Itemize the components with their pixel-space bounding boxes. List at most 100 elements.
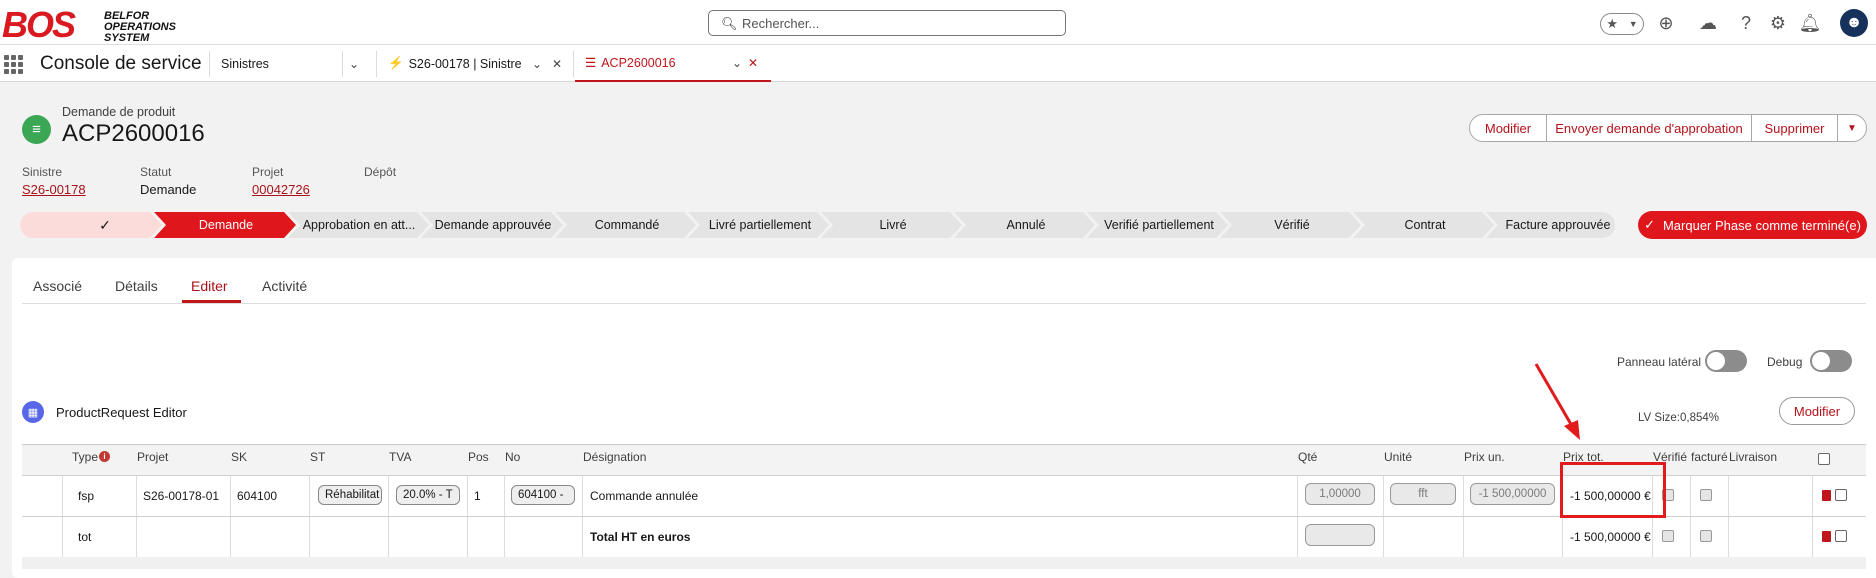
avatar-icon[interactable]: ☻ bbox=[1840, 9, 1868, 37]
tab-associe[interactable]: Associé bbox=[33, 278, 82, 294]
tab-details[interactable]: Détails bbox=[115, 278, 158, 294]
annotation-highlight-box bbox=[1560, 462, 1666, 518]
field-label-projet: Projet bbox=[252, 165, 284, 179]
st-select[interactable]: Réhabilitat bbox=[318, 485, 382, 505]
col-tva: TVA bbox=[389, 450, 412, 464]
chevron-down-icon: ▼ bbox=[1628, 19, 1638, 29]
editor-modify-button[interactable]: Modifier bbox=[1779, 397, 1855, 425]
logo-tagline: BELFOR OPERATIONS SYSTEM bbox=[104, 10, 176, 44]
record-name: ACP2600016 bbox=[62, 120, 205, 147]
verifie-checkbox[interactable] bbox=[1662, 530, 1674, 542]
status-path: ✓ Demande Approbation en att... Demande … bbox=[20, 212, 1615, 238]
col-unite: Unité bbox=[1384, 450, 1413, 464]
path-step-approbation[interactable]: Approbation en att... bbox=[300, 212, 418, 238]
notifications-icon[interactable]: 🔔︎ bbox=[1797, 10, 1823, 36]
chevron-down-icon[interactable]: ⌄ bbox=[732, 56, 742, 70]
path-step-completed[interactable]: ✓ bbox=[60, 212, 150, 238]
tab-activite[interactable]: Activité bbox=[262, 278, 307, 294]
close-icon[interactable]: ✕ bbox=[748, 56, 758, 70]
cell-type: fsp bbox=[78, 489, 95, 503]
more-actions-button[interactable]: ▼ bbox=[1837, 114, 1867, 142]
delete-button[interactable]: Supprimer bbox=[1751, 114, 1838, 142]
field-statut-value: Demande bbox=[140, 182, 197, 197]
debug-toggle[interactable] bbox=[1810, 350, 1852, 372]
add-icon[interactable]: ⊕ bbox=[1653, 10, 1679, 36]
cell-designation-total: Total HT en euros bbox=[590, 530, 691, 544]
side-panel-toggle[interactable] bbox=[1705, 350, 1747, 372]
path-step-verifie[interactable]: Vérifié bbox=[1232, 212, 1352, 238]
col-prix-un: Prix un. bbox=[1464, 450, 1505, 464]
path-step-contrat[interactable]: Contrat bbox=[1365, 212, 1485, 238]
chevron-down-icon[interactable]: ⌄ bbox=[532, 57, 542, 71]
send-approval-button[interactable]: Envoyer demande d'approbation bbox=[1546, 114, 1752, 142]
facture-checkbox[interactable] bbox=[1700, 489, 1712, 501]
settings-icon[interactable]: ⚙ bbox=[1765, 10, 1791, 36]
bos-logo[interactable]: BOS BELFOR OPERATIONS SYSTEM bbox=[0, 4, 190, 45]
chevron-down-icon[interactable]: ⌄ bbox=[349, 45, 365, 82]
field-label-depot: Dépôt bbox=[364, 165, 397, 179]
path-step-verifie-partiellement[interactable]: Verifié partiellement bbox=[1099, 212, 1219, 238]
mark-phase-complete-button[interactable]: ✓ Marquer Phase comme terminé(e) bbox=[1638, 211, 1867, 239]
cell-sk: 604100 bbox=[237, 489, 278, 503]
record-actions: Modifier Envoyer demande d'approbation S… bbox=[1469, 114, 1867, 142]
debug-label: Debug bbox=[1767, 355, 1803, 369]
cell-designation: Commande annulée bbox=[590, 489, 699, 503]
record-type: Demande de produit bbox=[62, 105, 176, 119]
col-st: ST bbox=[310, 450, 326, 464]
tab-product-request[interactable]: ☰ ACP2600016 ⌄ ✕ bbox=[575, 45, 771, 82]
qte-input[interactable]: 1,00000 bbox=[1305, 483, 1375, 505]
trailhead-icon[interactable]: ☁ bbox=[1695, 10, 1721, 36]
delete-row-icon[interactable] bbox=[1822, 531, 1831, 542]
qte-total-input bbox=[1305, 524, 1375, 546]
modify-button[interactable]: Modifier bbox=[1469, 114, 1547, 142]
navigation-bar: Console de service Sinistres ⌄ ⚡ S26-001… bbox=[0, 44, 1876, 82]
annotation-arrow bbox=[1534, 363, 1580, 440]
editor-icon: ▦ bbox=[22, 401, 44, 423]
path-step-livre[interactable]: Livré bbox=[833, 212, 953, 238]
path-step-commande[interactable]: Commandé bbox=[567, 212, 687, 238]
chevron-down-icon: ▼ bbox=[1847, 122, 1857, 134]
global-search[interactable]: 🔍︎ Rechercher... bbox=[708, 10, 1066, 36]
product-request-icon: ≡ bbox=[22, 115, 51, 144]
select-all-checkbox[interactable] bbox=[1818, 453, 1830, 465]
field-sinistre-link[interactable]: S26-00178 bbox=[22, 182, 86, 197]
tab-active-indicator bbox=[182, 300, 241, 303]
tab-case[interactable]: ⚡ S26-00178 | Sinistre ⌄ ✕ bbox=[388, 45, 568, 82]
star-icon: ★ bbox=[1606, 16, 1618, 31]
search-icon: 🔍︎ bbox=[721, 16, 738, 31]
field-projet-link[interactable]: 00042726 bbox=[252, 182, 310, 197]
app-launcher-icon[interactable] bbox=[4, 55, 24, 75]
delete-row-icon[interactable] bbox=[1822, 490, 1831, 501]
cell-type: tot bbox=[78, 530, 92, 544]
cell-projet: S26-00178-01 bbox=[143, 489, 220, 503]
unite-input[interactable]: fft bbox=[1390, 483, 1456, 505]
field-label-sinistre: Sinistre bbox=[22, 165, 63, 179]
no-select[interactable]: 604100 - bbox=[511, 485, 575, 505]
editor-title: ProductRequest Editor bbox=[56, 405, 187, 420]
col-type: Type bbox=[72, 450, 99, 464]
col-livraison: Livraison bbox=[1729, 450, 1778, 464]
prix-un-input[interactable]: -1 500,00000 bbox=[1470, 483, 1555, 505]
close-icon[interactable]: ✕ bbox=[552, 57, 562, 71]
path-step-facture-approuvee[interactable]: Facture approuvée bbox=[1498, 212, 1618, 238]
path-step-demande[interactable]: Demande bbox=[166, 212, 286, 238]
col-facture: facturé bbox=[1691, 450, 1728, 464]
favorites-button[interactable]: ★ ▼ bbox=[1600, 13, 1644, 35]
row-select-checkbox[interactable] bbox=[1835, 489, 1847, 501]
app-name: Console de service bbox=[40, 53, 202, 74]
col-projet: Projet bbox=[137, 450, 169, 464]
row-select-checkbox[interactable] bbox=[1835, 530, 1847, 542]
info-icon[interactable]: i bbox=[99, 451, 110, 462]
side-panel-label: Panneau latéral bbox=[1617, 355, 1702, 369]
tab-editer[interactable]: Editer bbox=[191, 278, 228, 294]
table-footer bbox=[22, 557, 1866, 569]
facture-checkbox[interactable] bbox=[1700, 530, 1712, 542]
object-select[interactable]: Sinistres bbox=[221, 45, 269, 82]
case-icon: ⚡ bbox=[388, 56, 404, 70]
help-icon[interactable]: ? bbox=[1733, 10, 1759, 36]
path-step-annule[interactable]: Annulé bbox=[966, 212, 1086, 238]
path-step-demande-approuvee[interactable]: Demande approuvée bbox=[433, 212, 553, 238]
search-placeholder: Rechercher... bbox=[742, 16, 820, 31]
path-step-livre-partiellement[interactable]: Livré partiellement bbox=[700, 212, 820, 238]
tva-select[interactable]: 20.0% - T bbox=[396, 485, 460, 505]
